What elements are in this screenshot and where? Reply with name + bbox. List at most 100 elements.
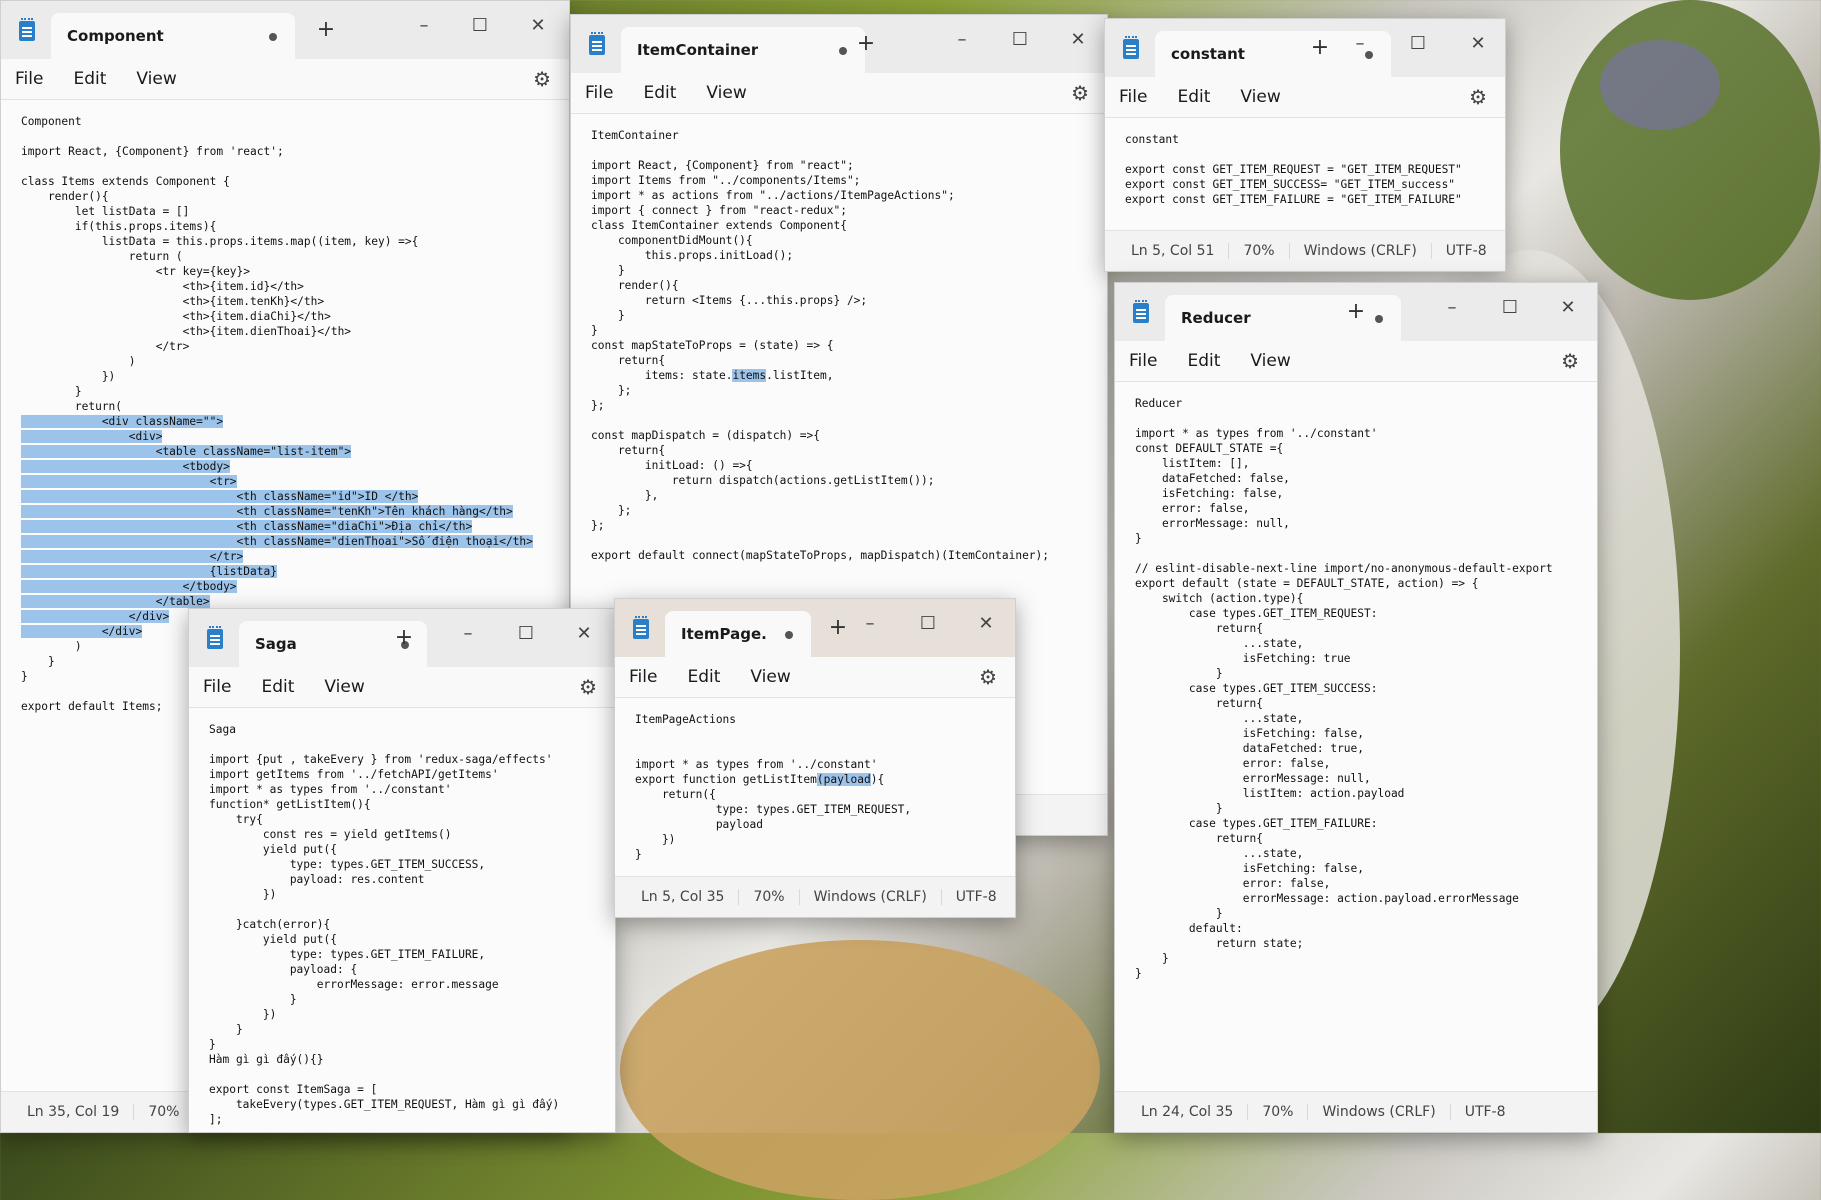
minimize-button[interactable]: – [445, 619, 491, 649]
minimize-button[interactable]: – [939, 25, 985, 55]
tab-bar: Component + – ☐ ✕ [1, 1, 569, 59]
maximize-button[interactable]: ☐ [457, 11, 503, 41]
menu-edit[interactable]: Edit [1187, 351, 1220, 371]
code-before: ItemContainer import React, {Component} … [591, 129, 955, 382]
menu-file[interactable]: File [585, 83, 613, 103]
maximize-button[interactable]: ☐ [1395, 29, 1441, 59]
tab-bar: ItemPage. + – ☐ ✕ [615, 599, 1015, 657]
maximize-button[interactable]: ☐ [905, 609, 951, 639]
encoding: UTF-8 [955, 889, 997, 905]
menu-view[interactable]: View [1250, 351, 1290, 371]
new-tab-button[interactable]: + [851, 29, 881, 59]
maximize-button[interactable]: ☐ [503, 619, 549, 649]
close-button[interactable]: ✕ [963, 609, 1009, 639]
text-editor[interactable]: Reducer import * as types from '../const… [1115, 381, 1597, 1092]
tab-bar: Saga + – ☐ ✕ [189, 609, 615, 667]
close-button[interactable]: ✕ [1055, 25, 1101, 55]
unsaved-dot-icon [839, 47, 847, 55]
menu-bar: File Edit View ⚙ [615, 657, 1015, 697]
background-basket [620, 940, 1100, 1200]
menu-edit[interactable]: Edit [1177, 87, 1210, 107]
menu-file[interactable]: File [629, 667, 657, 687]
settings-gear-icon[interactable]: ⚙ [533, 67, 551, 91]
settings-gear-icon[interactable]: ⚙ [1469, 85, 1487, 109]
code-text: ItemContainer import React, {Component} … [591, 128, 1087, 563]
encoding: UTF-8 [1445, 243, 1487, 259]
notepad-icon [589, 32, 605, 55]
code-text: ItemPageActions import * as types from '… [635, 712, 995, 862]
selected-text: items [732, 369, 767, 382]
zoom-level: 70% [1248, 1104, 1309, 1120]
constant-window: constant + – ☐ ✕ File Edit View ⚙ consta… [1104, 18, 1506, 272]
menu-edit[interactable]: Edit [643, 83, 676, 103]
new-tab-button[interactable]: + [389, 623, 419, 653]
tab-title: Saga [255, 635, 297, 653]
menu-view[interactable]: View [706, 83, 746, 103]
menu-edit[interactable]: Edit [687, 667, 720, 687]
status-bar: Ln 24, Col 35 70% Windows (CRLF) UTF-8 [1115, 1091, 1597, 1132]
cursor-position: Ln 24, Col 35 [1115, 1104, 1249, 1120]
menu-file[interactable]: File [1129, 351, 1157, 371]
selected-text: (payload [816, 773, 871, 786]
code-text: Saga import {put , takeEvery } from 'red… [209, 723, 560, 1126]
line-ending: Windows (CRLF) [1308, 1104, 1451, 1120]
reducer-window: Reducer + – ☐ ✕ File Edit View ⚙ Reducer… [1114, 282, 1598, 1133]
menu-view[interactable]: View [1240, 87, 1280, 107]
close-button[interactable]: ✕ [561, 619, 607, 649]
menu-view[interactable]: View [136, 69, 176, 89]
selected-text: <div className=""> <div> <table classNam… [21, 415, 533, 638]
maximize-button[interactable]: ☐ [997, 25, 1043, 55]
menu-view[interactable]: View [750, 667, 790, 687]
menu-bar: File Edit View ⚙ [189, 667, 615, 707]
code-text: constant export const GET_ITEM_REQUEST =… [1125, 133, 1462, 206]
menu-file[interactable]: File [203, 677, 231, 697]
menu-file[interactable]: File [15, 69, 43, 89]
code-before: Component import React, {Component} from… [21, 115, 419, 413]
cursor-position: Ln 5, Col 35 [615, 889, 740, 905]
close-button[interactable]: ✕ [515, 11, 561, 41]
maximize-button[interactable]: ☐ [1487, 293, 1533, 323]
status-bar: Ln 5, Col 35 70% Windows (CRLF) UTF-8 [615, 876, 1015, 917]
tab-itempage[interactable]: ItemPage. [665, 611, 811, 657]
tab-itemcontainer[interactable]: ItemContainer [621, 27, 865, 73]
unsaved-dot-icon [1375, 315, 1383, 323]
menu-edit[interactable]: Edit [261, 677, 294, 697]
tab-component[interactable]: Component [51, 13, 295, 59]
menu-bar: File Edit View ⚙ [1115, 341, 1597, 381]
menu-view[interactable]: View [324, 677, 364, 697]
new-tab-button[interactable]: + [1305, 33, 1335, 63]
minimize-button[interactable]: – [1337, 29, 1383, 59]
unsaved-dot-icon [785, 631, 793, 639]
settings-gear-icon[interactable]: ⚙ [979, 665, 997, 689]
settings-gear-icon[interactable]: ⚙ [1561, 349, 1579, 373]
notepad-icon [207, 626, 223, 649]
background-foliage [1560, 0, 1820, 300]
code-after: ) } } export default Items; [21, 640, 163, 713]
new-tab-button[interactable]: + [311, 15, 341, 45]
menu-file[interactable]: File [1119, 87, 1147, 107]
cursor-position: Ln 5, Col 51 [1105, 243, 1230, 259]
tab-bar: Reducer + – ☐ ✕ [1115, 283, 1597, 341]
encoding: UTF-8 [1464, 1104, 1506, 1120]
tab-title: Reducer [1181, 309, 1251, 327]
minimize-button[interactable]: – [401, 11, 447, 41]
notepad-icon [633, 616, 649, 639]
zoom-level: 70% [148, 1104, 180, 1120]
new-tab-button[interactable]: + [1341, 297, 1371, 327]
tab-bar: ItemContainer + – ☐ ✕ [571, 15, 1107, 73]
text-editor[interactable]: constant export const GET_ITEM_REQUEST =… [1105, 117, 1505, 231]
itempage-window: ItemPage. + – ☐ ✕ File Edit View ⚙ ItemP… [614, 598, 1016, 918]
minimize-button[interactable]: – [1429, 293, 1475, 323]
code-after: ){ return({ type: types.GET_ITEM_REQUEST… [635, 773, 912, 861]
tab-title: Component [67, 27, 164, 45]
close-button[interactable]: ✕ [1455, 29, 1501, 59]
text-editor[interactable]: Saga import {put , takeEvery } from 'red… [189, 707, 615, 1132]
text-editor[interactable]: ItemPageActions import * as types from '… [615, 697, 1015, 877]
settings-gear-icon[interactable]: ⚙ [1071, 81, 1089, 105]
tab-title: ItemContainer [637, 41, 759, 59]
settings-gear-icon[interactable]: ⚙ [579, 675, 597, 699]
close-button[interactable]: ✕ [1545, 293, 1591, 323]
minimize-button[interactable]: – [847, 609, 893, 639]
menu-edit[interactable]: Edit [73, 69, 106, 89]
tab-title: ItemPage. [681, 625, 767, 643]
